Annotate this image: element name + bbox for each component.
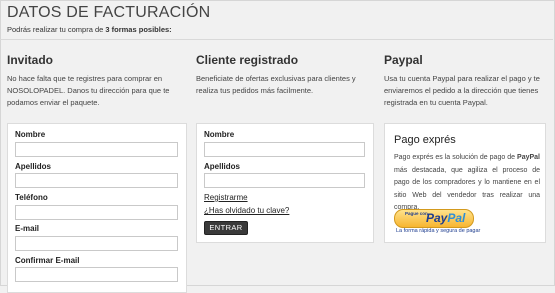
guest-phone-input[interactable] [15,205,178,220]
guest-form: Nombre Apellidos Teléfono E-mail Confirm… [7,123,187,293]
login-form: Nombre Apellidos Registrarme ¿Has olvida… [196,123,374,243]
login-name-label: Nombre [204,130,235,139]
guest-description: No hace falta que te registres para comp… [7,74,170,107]
guest-email-label: E-mail [15,224,40,233]
guest-surname-input[interactable] [15,173,178,188]
paypal-button-small-text: Pague con [405,211,428,216]
registered-title: Cliente registrado [196,53,299,67]
paypal-title: Paypal [384,53,423,67]
guest-name-label: Nombre [15,130,46,139]
login-name-input[interactable] [204,142,365,157]
register-link[interactable]: Registrarme [204,193,248,202]
guest-title: Invitado [7,53,54,67]
page-subtitle: Podrás realizar tu compra de 3 formas po… [7,25,172,34]
login-surname-input[interactable] [204,173,365,188]
forgot-password-link[interactable]: ¿Has olvidado tu clave? [204,206,289,215]
registered-description: Beneficiate de ofertas exclusivas para c… [196,74,356,95]
guest-name-input[interactable] [15,142,178,157]
guest-surname-label: Apellidos [15,162,52,171]
paypal-express-text: Pago exprés es la solución de pago de Pa… [394,154,540,211]
guest-confirm-email-label: Confirmar E-mail [15,256,80,265]
login-surname-label: Apellidos [204,162,241,171]
guest-confirm-email-input[interactable] [15,267,178,282]
paypal-checkout-button[interactable]: Pague con PayPal [394,209,474,228]
paypal-express-title: Pago exprés [394,134,456,146]
paypal-express-box: Pago exprés Pago exprés es la solución d… [384,123,546,243]
page-title: DATOS DE FACTURACIÓN [7,4,211,21]
header-divider [0,39,553,40]
guest-email-input[interactable] [15,236,178,251]
paypal-description: Usa tu cuenta Paypal para realizar el pa… [384,74,540,107]
guest-phone-label: Teléfono [15,193,48,202]
paypal-button-caption: La forma rápida y segura de pagar [396,228,481,234]
login-submit-button[interactable]: ENTRAR [204,221,248,235]
paypal-logo: PayPal [426,211,466,225]
